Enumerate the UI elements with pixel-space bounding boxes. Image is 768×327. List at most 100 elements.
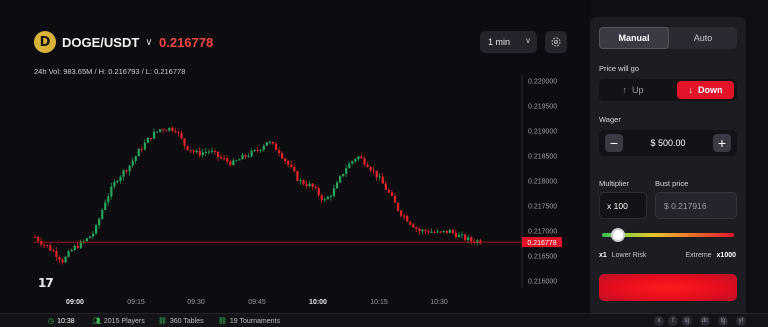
candle-up	[101, 209, 104, 219]
candle-up	[122, 170, 125, 177]
risk-high-text: Extreme	[685, 252, 712, 259]
candle-up	[210, 151, 214, 153]
risk-slider-handle[interactable]	[611, 228, 625, 242]
candle-down	[366, 164, 369, 168]
bust-price-field: $ 0.217916	[655, 192, 737, 219]
candle-down	[320, 195, 323, 200]
candle-up	[168, 127, 171, 131]
youtube-icon[interactable]: yt	[736, 316, 746, 326]
risk-low-label: x1 Lower Risk	[599, 252, 646, 259]
candle-down	[165, 130, 168, 132]
candle-up	[351, 161, 354, 164]
risk-high-label: Extreme x1000	[686, 252, 736, 259]
candle-down	[40, 241, 43, 245]
tab-manual[interactable]: Manual	[599, 27, 669, 49]
candle-down	[37, 237, 40, 242]
discord-icon[interactable]: dc	[700, 316, 710, 326]
candle-up	[116, 180, 119, 183]
y-tick-label: 0.220000	[528, 79, 557, 86]
multiplier-label: Multiplier	[599, 179, 630, 188]
candle-down	[381, 176, 384, 184]
x-tick-label: 10:15	[370, 299, 388, 306]
candle-down	[162, 129, 165, 131]
candle-up	[448, 230, 451, 233]
up-button[interactable]: ↑ Up	[599, 79, 667, 101]
candle-up	[357, 156, 360, 159]
candle-down	[220, 156, 223, 159]
candle-down	[140, 149, 143, 151]
candle-up	[467, 237, 470, 241]
down-button[interactable]: ↓ Down	[677, 81, 734, 99]
candle-down	[427, 231, 430, 233]
users-icon: 👥︎	[92, 318, 101, 325]
candle-up	[195, 150, 198, 152]
candle-down	[375, 170, 378, 178]
bust-price-label: Bust price	[655, 179, 689, 188]
candle-up	[88, 236, 92, 239]
telegram-icon[interactable]: tg	[718, 316, 728, 326]
candle-down	[454, 232, 458, 238]
candle-up	[137, 149, 140, 157]
place-bet-button[interactable]	[599, 274, 737, 301]
risk-low-text: Lower Risk	[611, 252, 647, 259]
candle-up	[91, 233, 95, 237]
candle-up	[119, 176, 122, 181]
candle-down	[183, 138, 186, 146]
candle-up	[326, 196, 329, 200]
candle-up	[143, 142, 146, 150]
instagram-icon[interactable]: ig	[682, 316, 692, 326]
candle-down	[229, 161, 232, 166]
current-price-tag-label: 0.216778	[527, 240, 556, 247]
candle-up	[430, 231, 433, 233]
candle-up	[436, 231, 439, 233]
candle-down	[61, 259, 64, 263]
x-icon[interactable]: x	[654, 316, 664, 326]
candle-down	[451, 230, 455, 233]
players-count[interactable]: 👥︎ 2015 Players	[92, 317, 145, 326]
increase-wager-button[interactable]: +	[713, 134, 731, 152]
candle-down	[470, 237, 473, 242]
link-icon: ⛓︎	[218, 318, 227, 325]
multiplier-input[interactable]: x 100	[599, 192, 647, 219]
candle-down	[290, 164, 293, 167]
players-text: 2015 Players	[103, 317, 145, 325]
tables-count[interactable]: ⛓︎ 360 Tables	[158, 317, 204, 326]
candle-down	[58, 257, 61, 260]
candle-up	[457, 234, 461, 238]
candle-up	[259, 149, 262, 151]
up-label: Up	[631, 85, 644, 95]
candle-down	[384, 183, 387, 190]
candle-up	[342, 173, 345, 177]
candle-up	[354, 158, 357, 162]
candle-down	[213, 151, 217, 153]
candle-down	[223, 158, 226, 160]
candle-up	[253, 150, 256, 152]
candle-up	[64, 256, 67, 263]
candle-down	[433, 231, 436, 233]
arrow-down-icon: ↓	[688, 85, 694, 95]
tournaments-count[interactable]: ⛓︎ 19 Tournaments	[218, 317, 280, 326]
wager-field[interactable]: − $ 500.00 +	[599, 130, 737, 156]
candle-down	[192, 150, 195, 152]
price-chart[interactable]: 0.220000 0.219500 0.219000 0.218500 0.218000…	[0, 0, 590, 313]
candle-up	[134, 156, 137, 161]
candle-down	[445, 230, 448, 233]
candle-up	[461, 234, 464, 236]
candle-down	[400, 210, 403, 216]
candle-down	[393, 195, 397, 203]
candle-down	[34, 237, 37, 238]
facebook-icon[interactable]: f	[668, 316, 678, 326]
mode-tabs: Manual Auto	[599, 27, 737, 49]
candle-down	[149, 137, 153, 139]
x-tick-label: 09:45	[248, 299, 266, 306]
candle-down	[174, 130, 177, 132]
y-tick-label: 0.216500	[528, 254, 557, 261]
candle-down	[415, 227, 418, 229]
tab-auto[interactable]: Auto	[669, 27, 737, 49]
x-tick-label: 10:30	[430, 299, 448, 306]
candle-up	[268, 141, 272, 143]
candle-up	[299, 180, 302, 182]
risk-low-mult: x1	[599, 252, 607, 259]
candle-down	[189, 150, 192, 152]
link-icon: ⛓︎	[158, 318, 167, 325]
